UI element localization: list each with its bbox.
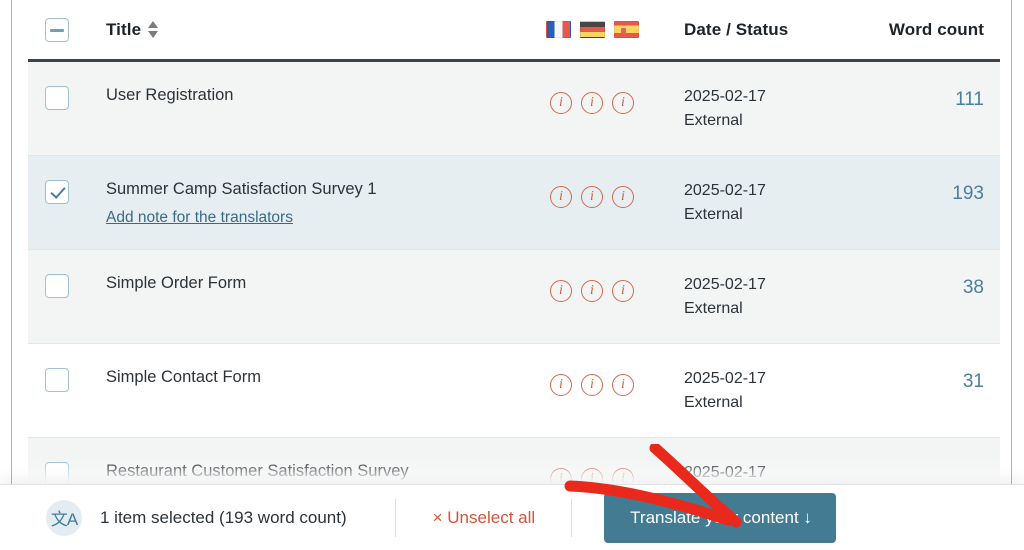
divider <box>394 498 396 537</box>
unselect-all-button[interactable]: × Unselect all <box>433 508 536 528</box>
row-title: Simple Contact Form <box>106 368 261 386</box>
info-icon[interactable]: i <box>612 186 634 208</box>
row-checkbox[interactable] <box>45 462 69 486</box>
row-word-count-cell: 193 <box>852 156 1000 206</box>
row-date: 2025-02-17 <box>684 88 766 105</box>
row-languages-cell: i i i <box>522 250 662 302</box>
row-languages-cell: i i i <box>522 438 662 490</box>
row-status: External <box>684 112 743 129</box>
translate-your-content-button[interactable]: Translate your content ↓ <box>604 492 836 543</box>
info-icon[interactable]: i <box>612 280 634 302</box>
column-header-date-status-label: Date / Status <box>684 19 789 39</box>
row-title: Restaurant Customer Satisfaction Survey <box>106 462 409 480</box>
row-date: 2025-02-17 <box>684 464 766 481</box>
row-date-status-cell: 2025-02-17 External <box>662 344 852 415</box>
selection-action-bar: 文A 1 item selected (193 word count) × Un… <box>0 484 1024 550</box>
screenshot-root: Title Date / Status Word count User Regi… <box>0 0 1024 550</box>
column-header-word-count-label: Word count <box>888 19 984 39</box>
info-icon[interactable]: i <box>581 374 603 396</box>
row-title: Summer Camp Satisfaction Survey 1 <box>106 180 377 198</box>
info-icon[interactable]: i <box>550 92 572 114</box>
row-select-cell <box>28 344 84 392</box>
row-word-count: 38 <box>962 277 984 298</box>
sort-arrows-icon[interactable] <box>148 20 159 38</box>
row-title-cell: Simple Order Form <box>84 250 522 293</box>
info-icon[interactable]: i <box>550 186 572 208</box>
translation-queue-table: Title Date / Status Word count User Regi… <box>28 0 1000 550</box>
table-header-row: Title Date / Status Word count <box>28 0 1000 62</box>
info-icon[interactable]: i <box>612 374 634 396</box>
row-word-count: 193 <box>952 183 984 204</box>
row-languages-cell: i i i <box>522 344 662 396</box>
row-select-cell <box>28 438 84 486</box>
info-icon[interactable]: i <box>550 280 572 302</box>
row-word-count: 111 <box>955 89 984 110</box>
row-status: External <box>684 394 743 411</box>
row-checkbox[interactable] <box>45 180 69 204</box>
info-icon[interactable]: i <box>581 186 603 208</box>
select-all-cell <box>28 17 84 42</box>
row-word-count-cell: 38 <box>852 250 1000 300</box>
info-icon[interactable]: i <box>581 280 603 302</box>
selection-summary: 1 item selected (193 word count) <box>100 507 347 527</box>
info-icon[interactable]: i <box>550 374 572 396</box>
table-row[interactable]: User Registration i i i 2025-02-17 Exter… <box>28 62 1000 156</box>
select-all-checkbox[interactable] <box>45 17 69 42</box>
row-select-cell <box>28 156 84 204</box>
row-checkbox[interactable] <box>45 274 69 298</box>
column-header-date-status: Date / Status <box>662 20 852 40</box>
column-header-word-count: Word count <box>852 20 1000 40</box>
row-word-count-cell: 31 <box>852 344 1000 394</box>
column-header-title-label: Title <box>106 19 142 39</box>
row-checkbox[interactable] <box>45 86 69 110</box>
row-title-cell: Simple Contact Form <box>84 344 522 387</box>
row-date-status-cell: 2025-02-17 External <box>662 156 852 227</box>
row-word-count-cell <box>852 438 1000 464</box>
row-title-cell: User Registration <box>84 62 522 105</box>
row-checkbox[interactable] <box>45 368 69 392</box>
add-note-link[interactable]: Add note for the translators <box>106 208 293 227</box>
row-title: Simple Order Form <box>106 274 247 292</box>
row-date-status-cell: 2025-02-17 <box>662 438 852 485</box>
row-word-count-cell: 111 <box>852 62 1000 112</box>
row-status: External <box>684 300 743 317</box>
row-languages-cell: i i i <box>522 62 662 114</box>
row-title-cell: Restaurant Customer Satisfaction Survey <box>84 438 522 481</box>
row-date: 2025-02-17 <box>684 370 766 387</box>
row-status: External <box>684 206 743 223</box>
row-title: User Registration <box>106 86 234 104</box>
row-select-cell <box>28 62 84 110</box>
row-title-cell: Summer Camp Satisfaction Survey 1 Add no… <box>84 156 522 227</box>
row-word-count <box>852 461 984 464</box>
german-flag-icon[interactable] <box>579 21 605 38</box>
page-rail-right <box>1011 0 1012 550</box>
column-header-title[interactable]: Title <box>84 20 522 40</box>
french-flag-icon[interactable] <box>545 21 571 38</box>
table-row[interactable]: Simple Contact Form i i i 2025-02-17 Ext… <box>28 344 1000 438</box>
divider <box>571 498 573 537</box>
translate-icon: 文A <box>46 499 82 536</box>
row-select-cell <box>28 250 84 298</box>
page-rail-left <box>11 0 12 550</box>
row-date: 2025-02-17 <box>684 276 766 293</box>
row-date-status-cell: 2025-02-17 External <box>662 250 852 321</box>
row-word-count: 31 <box>962 371 984 392</box>
table-row[interactable]: Simple Order Form i i i 2025-02-17 Exter… <box>28 250 1000 344</box>
row-languages-cell: i i i <box>522 156 662 208</box>
row-date: 2025-02-17 <box>684 182 766 199</box>
table-row[interactable]: Summer Camp Satisfaction Survey 1 Add no… <box>28 156 1000 250</box>
row-date-status-cell: 2025-02-17 External <box>662 62 852 133</box>
info-icon[interactable]: i <box>581 92 603 114</box>
column-header-languages <box>522 21 662 38</box>
spanish-flag-icon[interactable] <box>613 21 639 38</box>
info-icon[interactable]: i <box>612 92 634 114</box>
